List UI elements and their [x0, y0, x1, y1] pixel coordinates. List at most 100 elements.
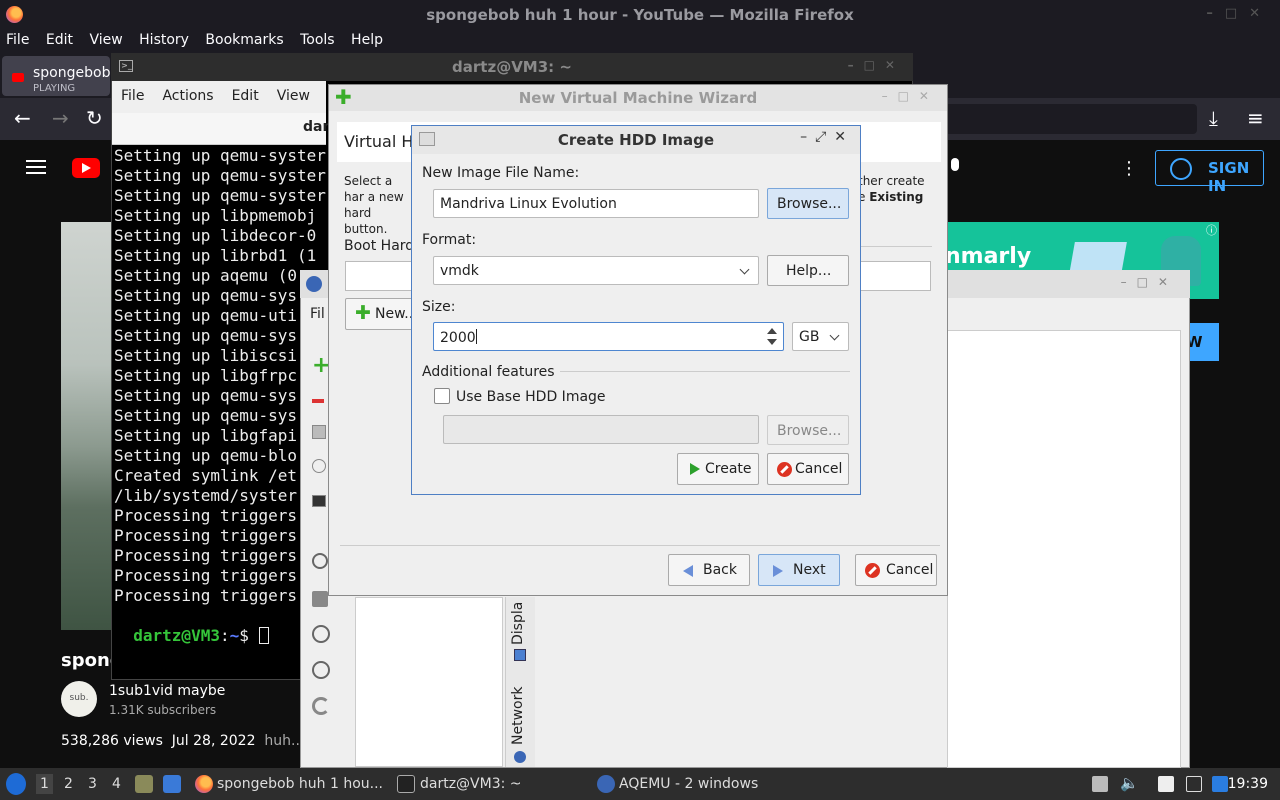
menu-file[interactable]: File: [0, 30, 35, 48]
terminal-line: Setting up qemu-uti: [114, 306, 298, 325]
back-button[interactable]: Back: [668, 554, 750, 586]
use-base-hdd-label: Use Base HDD Image: [456, 389, 606, 405]
browse-button[interactable]: Browse...: [767, 188, 849, 219]
terminal-icon: >_: [119, 60, 133, 72]
size-unit-select[interactable]: GB: [792, 322, 849, 351]
tray-updates-icon[interactable]: [1092, 776, 1108, 792]
terminal-menu-edit[interactable]: Edit: [223, 81, 268, 104]
reset-vm-icon[interactable]: [312, 697, 330, 715]
size-value: 2000: [440, 330, 476, 346]
microphone-icon[interactable]: [948, 158, 962, 178]
terminal-window-controls[interactable]: –□✕: [848, 58, 905, 72]
downloads-icon[interactable]: ⤓: [1209, 106, 1218, 130]
workspace-4[interactable]: 4: [112, 776, 121, 792]
channel-name[interactable]: 1sub1vid maybe: [109, 683, 225, 699]
menu-tools[interactable]: Tools: [294, 30, 341, 48]
disk-icon[interactable]: [312, 425, 326, 439]
terminal-line: Created symlink /et: [114, 466, 298, 485]
hamburger-menu-icon[interactable]: ≡: [1247, 106, 1264, 130]
taskbar-firefox[interactable]: spongebob huh 1 hou...: [217, 776, 383, 792]
youtube-logo-icon[interactable]: [72, 158, 100, 178]
menu-bookmarks[interactable]: Bookmarks: [199, 30, 289, 48]
console-icon[interactable]: [312, 495, 326, 507]
spin-up-icon[interactable]: [767, 328, 777, 334]
vm-list[interactable]: [355, 597, 503, 767]
terminal-menu-file[interactable]: File: [112, 81, 153, 104]
terminal-output: Setting up qemu-syster Setting up qemu-sy…: [114, 146, 326, 626]
start-menu-icon[interactable]: [6, 773, 26, 795]
hdd-cancel-button[interactable]: Cancel: [767, 453, 849, 485]
aqemu-window-controls[interactable]: –□✕: [1121, 275, 1178, 289]
clock-icon[interactable]: [312, 459, 326, 473]
reload-icon[interactable]: ↻: [86, 106, 103, 130]
youtube-menu-icon[interactable]: [26, 160, 46, 174]
clipboard-icon[interactable]: [1158, 776, 1174, 792]
terminal-tab[interactable]: dar: [112, 113, 329, 145]
workspace-2[interactable]: 2: [64, 776, 73, 792]
tab-spongebob[interactable]: spongebob PLAYING: [2, 56, 110, 96]
url-bar[interactable]: [945, 104, 1197, 134]
ad-info-icon[interactable]: ⓘ: [1206, 222, 1217, 238]
wizard-cancel-button[interactable]: Cancel: [855, 554, 937, 586]
use-base-hdd-checkbox[interactable]: [434, 388, 450, 404]
tab-title: spongebob: [33, 65, 111, 81]
hdd-dialog-window-controls[interactable]: –⤢✕: [800, 129, 854, 145]
aqemu-menu-file[interactable]: Fil: [302, 300, 330, 330]
image-name-input[interactable]: Mandriva Linux Evolution: [433, 189, 759, 218]
create-button[interactable]: Create: [677, 453, 759, 485]
desktop-icon[interactable]: [163, 775, 181, 793]
channel-avatar[interactable]: sub.: [61, 681, 97, 717]
workspace-1[interactable]: 1: [36, 774, 53, 794]
next-label: Next: [793, 562, 826, 578]
terminal-line: Setting up libdecor-0: [114, 226, 317, 245]
terminal-menu-actions[interactable]: Actions: [153, 81, 222, 104]
back-arrow-icon[interactable]: ←: [14, 106, 31, 130]
taskbar: 1 2 3 4 spongebob huh 1 hou... dartz@VM3…: [0, 768, 1280, 800]
stop-vm-icon[interactable]: [312, 661, 330, 679]
youtube-favicon-icon: [12, 73, 24, 82]
format-value: vmdk: [440, 263, 479, 279]
terminal-menu-view[interactable]: View: [268, 81, 319, 104]
terminal-line: Processing triggers: [114, 566, 298, 585]
pause-vm-icon[interactable]: [312, 625, 330, 643]
video-stats[interactable]: 538,286 views Jul 28, 2022 huh...mo: [61, 733, 327, 749]
format-select[interactable]: vmdk: [433, 256, 759, 285]
boot-hdd-combo[interactable]: [345, 261, 415, 291]
size-label: Size:: [422, 299, 456, 315]
tab-network[interactable]: Network: [510, 681, 532, 745]
start-vm-icon[interactable]: [312, 553, 328, 569]
format-label: Format:: [422, 232, 477, 248]
plus-icon: ✚: [355, 302, 371, 324]
firefox-window-title: spongebob huh 1 hour - YouTube — Mozilla…: [426, 6, 854, 24]
spin-down-icon[interactable]: [767, 339, 777, 345]
help-button[interactable]: Help...: [767, 255, 849, 286]
terminal-line: Setting up libpmemobj: [114, 206, 317, 225]
existing-hdd-combo[interactable]: [858, 261, 931, 291]
size-spinbox[interactable]: 2000: [433, 322, 784, 351]
remove-vm-icon[interactable]: [312, 399, 324, 403]
wizard-window-controls[interactable]: –□✕: [882, 89, 939, 103]
firefox-window-controls[interactable]: –□✕: [1206, 6, 1272, 21]
next-button[interactable]: Next: [758, 554, 840, 586]
taskbar-terminal[interactable]: dartz@VM3: ~: [420, 776, 522, 792]
video-player[interactable]: [61, 222, 113, 630]
save-vm-icon[interactable]: [312, 591, 328, 607]
sign-in-button[interactable]: SIGN IN: [1155, 150, 1264, 195]
prompt-path: ~: [229, 626, 240, 645]
taskbar-aqemu[interactable]: AQEMU - 2 windows: [619, 776, 758, 792]
menu-help[interactable]: Help: [345, 30, 389, 48]
menu-history[interactable]: History: [133, 30, 195, 48]
notification-icon[interactable]: [1212, 776, 1228, 792]
workspace-3[interactable]: 3: [88, 776, 97, 792]
terminal-prompt[interactable]: dartz@VM3:~$: [114, 606, 269, 646]
display-tray-icon[interactable]: [1186, 776, 1202, 792]
menu-view[interactable]: View: [83, 30, 128, 48]
new-hdd-button[interactable]: ✚ New...: [345, 298, 418, 330]
file-manager-icon[interactable]: [135, 775, 153, 793]
ad-text: nmarly: [945, 244, 1032, 269]
menu-edit[interactable]: Edit: [40, 30, 79, 48]
more-options-icon[interactable]: ⋮: [1120, 158, 1138, 179]
tab-display[interactable]: Displa: [510, 599, 532, 645]
forward-arrow-icon[interactable]: →: [52, 106, 69, 130]
volume-icon[interactable]: 🔈: [1120, 774, 1139, 792]
